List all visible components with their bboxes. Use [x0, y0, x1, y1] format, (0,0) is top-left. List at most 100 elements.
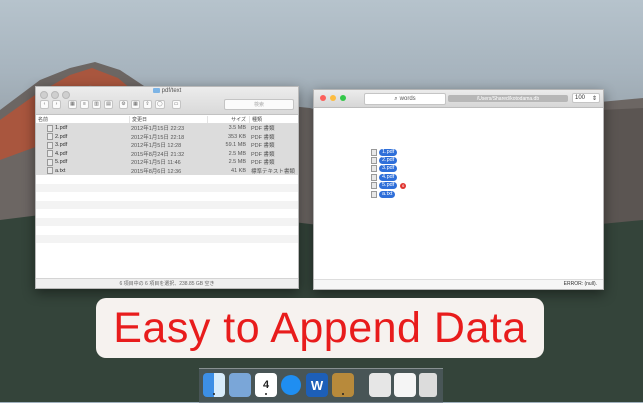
- empty-row: [36, 183, 298, 192]
- file-size: 59.1 MB: [225, 142, 246, 149]
- column-header: 名前 変更日 サイズ 種類: [36, 115, 298, 124]
- column-name[interactable]: 名前: [36, 116, 129, 123]
- file-tag[interactable]: a.txt: [371, 190, 406, 198]
- pdf-file-icon: [47, 141, 53, 149]
- forward-button[interactable]: ›: [52, 99, 61, 109]
- search-input[interactable]: 検索: [224, 98, 294, 110]
- file-tag[interactable]: 5.pdf 6: [371, 182, 407, 190]
- pdf-file-icon: [371, 173, 377, 181]
- back-button[interactable]: ‹: [40, 99, 49, 109]
- preview-icon[interactable]: [229, 373, 251, 397]
- file-size: 2.5 MB: [228, 159, 246, 166]
- file-date: 2015年8月6日 12:36: [131, 168, 182, 175]
- word-icon[interactable]: W: [306, 373, 328, 397]
- tag-button[interactable]: ◯: [155, 99, 165, 109]
- empty-row: [36, 192, 298, 201]
- pdf-file-icon: [47, 133, 53, 141]
- window-title: pdf/text: [36, 88, 298, 94]
- file-size: 41 KB: [231, 167, 246, 174]
- file-name: a.txt: [55, 167, 66, 174]
- share-button[interactable]: ⇧: [143, 99, 152, 109]
- pdf-file-icon: [371, 165, 377, 173]
- tag-label: 4.pdf: [379, 173, 398, 181]
- app-window: ⌕ words /Users/Shared/kotodama.db 100 ⇕ 1.…: [313, 89, 604, 290]
- empty-row: [36, 217, 298, 226]
- file-name: 2.pdf: [55, 133, 68, 140]
- text-file-icon: [47, 167, 53, 175]
- banner-text: Easy to Append Data: [113, 303, 527, 352]
- column-kind[interactable]: 種類: [249, 115, 298, 123]
- file-date: 2012年1月15日 22:18: [131, 134, 185, 141]
- empty-row: [36, 234, 298, 243]
- file-date: 2012年1月5日 12:28: [131, 143, 182, 150]
- count-badge: 6: [400, 182, 407, 189]
- pdf-file-icon: [371, 182, 377, 190]
- search-placeholder: 検索: [253, 101, 264, 108]
- file-date: 2012年1月5日 11:46: [131, 160, 181, 167]
- pdf-file-icon: [371, 148, 377, 156]
- coverflow-view-button[interactable]: ▤: [104, 99, 113, 109]
- app-titlebar: ⌕ words /Users/Shared/kotodama.db 100 ⇕: [314, 90, 603, 108]
- table-row[interactable]: 4.pdf 2015年8月24日 21:32 2.5 MB PDF 書類: [36, 149, 298, 158]
- file-tag[interactable]: 2.pdf: [371, 156, 406, 165]
- table-row[interactable]: 2.pdf 2012年1月15日 22:18 353 KB PDF 書類: [36, 132, 298, 141]
- file-tag[interactable]: 3.pdf: [371, 165, 406, 173]
- word-letter: W: [310, 377, 324, 393]
- word-search-input[interactable]: ⌕ words: [364, 93, 446, 105]
- file-name: 1.pdf: [55, 125, 68, 132]
- tag-label: 3.pdf: [379, 165, 398, 173]
- window-controls: [320, 95, 346, 101]
- finder-window: pdf/text ‹ › ▦ ≡ ▥ ▤ ⚙ ▦ ⇧ ◯ ▭ 検索 名前 変更日…: [35, 86, 299, 289]
- zoom-button[interactable]: [340, 95, 346, 101]
- finder-icon[interactable]: [203, 373, 225, 397]
- promo-banner: Easy to Append Data: [96, 298, 544, 358]
- pdf-file-icon: [47, 150, 53, 158]
- finder-status-bar: 6 項目中の 6 項目を選択、238.85 GB 空き: [36, 278, 298, 288]
- file-kind: PDF 書類: [251, 134, 275, 141]
- document-icon[interactable]: [394, 373, 416, 397]
- action-gear-button[interactable]: ⚙: [119, 99, 128, 109]
- file-kind: PDF 書類: [251, 160, 275, 167]
- empty-row: [36, 226, 298, 235]
- terminal-icon[interactable]: ▭: [171, 99, 181, 109]
- tag-label: 1.pdf: [379, 148, 398, 156]
- tag-label: 5.pdf: [379, 182, 398, 190]
- file-name: 3.pdf: [55, 142, 68, 149]
- zoom-select[interactable]: 100 ⇕: [572, 93, 600, 103]
- file-tag[interactable]: 4.pdf: [371, 173, 406, 181]
- minimize-button[interactable]: [330, 95, 336, 101]
- file-name: 4.pdf: [55, 150, 68, 157]
- file-kind: 標準テキスト書類: [251, 168, 295, 175]
- file-size: 2.5 MB: [228, 150, 246, 157]
- column-size[interactable]: サイズ: [207, 115, 249, 123]
- file-name: 5.pdf: [55, 159, 68, 166]
- list-view-button[interactable]: ≡: [80, 99, 89, 109]
- tag-label: 2.pdf: [379, 157, 398, 165]
- column-view-button[interactable]: ▥: [92, 99, 101, 109]
- notes-icon[interactable]: [332, 373, 354, 397]
- database-path[interactable]: /Users/Shared/kotodama.db: [448, 95, 568, 102]
- zoom-value: 100: [575, 95, 586, 101]
- table-row[interactable]: a.txt 2015年8月6日 12:36 41 KB 標準テキスト書類: [36, 166, 298, 175]
- arrange-button[interactable]: ▦: [131, 99, 140, 109]
- table-row[interactable]: 3.pdf 2012年1月5日 12:28 59.1 MB PDF 書類: [36, 141, 298, 150]
- file-kind: PDF 書類: [251, 126, 275, 133]
- calendar-icon[interactable]: 4: [255, 373, 277, 397]
- empty-row: [36, 175, 298, 184]
- pdf-file-icon: [371, 157, 377, 165]
- safari-icon[interactable]: [281, 375, 301, 395]
- file-kind: PDF 書類: [251, 143, 275, 150]
- file-date: 2015年8月24日 21:32: [131, 151, 185, 158]
- column-date[interactable]: 変更日: [129, 115, 207, 123]
- window-icon[interactable]: [369, 373, 391, 397]
- table-row[interactable]: 5.pdf 2012年1月5日 11:46 2.5 MB PDF 書類: [36, 158, 298, 167]
- search-text: words: [399, 96, 416, 102]
- table-row[interactable]: 1.pdf 2012年1月15日 22:23 3.5 MB PDF 書類: [36, 124, 298, 133]
- icon-view-button[interactable]: ▦: [68, 99, 77, 109]
- close-button[interactable]: [320, 95, 326, 101]
- file-tag[interactable]: 1.pdf: [371, 148, 406, 156]
- file-kind: PDF 書類: [251, 151, 275, 158]
- calendar-date: 4: [262, 379, 270, 391]
- trash-icon[interactable]: [419, 373, 437, 397]
- finder-toolbar: ‹ › ▦ ≡ ▥ ▤ ⚙ ▦ ⇧ ◯ ▭ 検索: [40, 98, 294, 110]
